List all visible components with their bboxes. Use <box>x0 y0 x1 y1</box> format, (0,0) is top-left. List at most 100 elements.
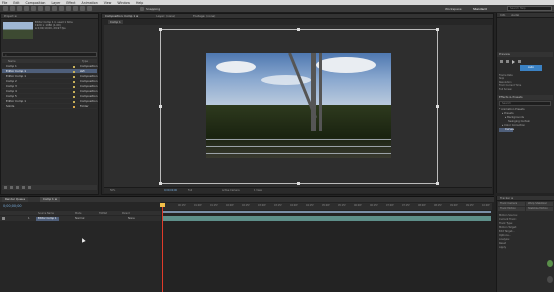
playhead-handle[interactable] <box>160 203 165 207</box>
tab-preview[interactable]: Preview <box>497 52 553 57</box>
comp-timecode[interactable]: 0;00;00;00 <box>164 189 177 192</box>
column-trkmat[interactable]: TrkMat <box>99 212 107 215</box>
puppet-tool-icon[interactable] <box>87 6 92 11</box>
tracker-panel: Tracker ≡ Track Camera Warp Stabilizer T… <box>496 196 554 292</box>
layer-name[interactable]: Editor Comp 1 <box>36 216 59 221</box>
menu-window[interactable]: Window <box>117 1 130 5</box>
label-color-swatch[interactable] <box>73 90 75 93</box>
project-item-name: Comp 4 <box>6 89 17 93</box>
tab-audio[interactable]: Audio <box>511 13 519 17</box>
camera-tool-icon[interactable] <box>31 6 36 11</box>
project-item-name: Editor Comp 1 <box>6 69 26 73</box>
column-name[interactable]: Name <box>8 60 16 63</box>
shape-tool-icon[interactable] <box>45 6 50 11</box>
hand-tool-icon[interactable] <box>10 6 15 11</box>
pen-tool-icon[interactable] <box>52 6 57 11</box>
ruler-tick-label: 08:00f <box>418 204 426 207</box>
column-source-name[interactable]: Source Name <box>38 212 54 215</box>
first-frame-icon[interactable] <box>500 60 503 63</box>
project-tab[interactable]: Project ≡ <box>1 14 98 19</box>
label-color-swatch[interactable] <box>73 105 75 108</box>
label-color-swatch[interactable] <box>73 85 75 88</box>
video-footage-layer[interactable] <box>206 53 391 158</box>
menu-file[interactable]: File <box>2 1 7 5</box>
frame-handle[interactable] <box>436 28 439 31</box>
play-icon[interactable] <box>512 60 515 64</box>
new-folder-icon[interactable] <box>10 186 13 189</box>
new-composition-icon[interactable] <box>16 186 19 189</box>
project-item-name: Comp 2 <box>6 79 17 83</box>
camera-select[interactable]: Active Camera <box>222 189 240 192</box>
search-help-input[interactable]: Search Help <box>507 6 552 11</box>
tracker-row[interactable]: Apply <box>497 246 554 250</box>
tab-footage[interactable]: Footage: (none) <box>193 14 215 18</box>
menu-view[interactable]: View <box>104 1 112 5</box>
stabilize-motion-button[interactable]: Stabilize Motion <box>526 207 553 211</box>
time-ruler[interactable]: 00:15f 01:00f 01:15f 02:00f 02:15f 03:00f 03:1… <box>162 203 492 210</box>
label-color-swatch[interactable] <box>73 65 75 68</box>
menu-animation[interactable]: Animation <box>82 1 98 5</box>
frame-handle[interactable] <box>159 105 162 108</box>
snapping-checkbox[interactable] <box>140 7 144 11</box>
project-item[interactable]: Solids Folder <box>2 104 97 109</box>
type-tool-icon[interactable] <box>59 6 64 11</box>
frame-handle[interactable] <box>159 28 162 31</box>
preview-value-select[interactable]: Auto <box>520 65 542 71</box>
preview-label[interactable]: Full Screen <box>499 88 521 91</box>
resolution-select[interactable]: Full <box>188 189 192 192</box>
fx-item[interactable]: Curves <box>499 128 514 132</box>
bit-depth-icon[interactable] <box>22 186 25 189</box>
effects-search-input[interactable]: Search <box>499 101 551 106</box>
menu-layer[interactable]: Layer <box>51 1 60 5</box>
column-mode[interactable]: Mode <box>75 212 82 215</box>
track-motion-button[interactable]: Track Motion <box>498 207 525 211</box>
pan-tool-icon[interactable] <box>38 6 43 11</box>
timeline-layer-row[interactable]: 1 Editor Comp 1 Normal None <box>0 216 161 221</box>
rotate-tool-icon[interactable] <box>24 6 29 11</box>
frame-handle[interactable] <box>297 182 300 185</box>
tab-effects-presets[interactable]: Effects & Presets <box>497 95 553 100</box>
frame-handle[interactable] <box>297 28 300 31</box>
menu-edit[interactable]: Edit <box>13 1 19 5</box>
interpret-footage-icon[interactable] <box>4 186 7 189</box>
menu-effect[interactable]: Effect <box>66 1 75 5</box>
label-color-swatch[interactable] <box>73 95 75 98</box>
views-select[interactable]: 1 View <box>254 189 262 192</box>
trash-icon[interactable] <box>28 186 31 189</box>
prev-frame-icon[interactable] <box>506 60 509 63</box>
label-color-swatch[interactable] <box>73 80 75 83</box>
warp-stabilizer-button[interactable]: Warp Stabilizer <box>526 202 553 206</box>
eraser-tool-icon[interactable] <box>80 6 85 11</box>
playhead-line[interactable] <box>162 203 163 292</box>
menu-help[interactable]: Help <box>136 1 143 5</box>
comp-breadcrumb[interactable]: Comp 1 <box>108 20 123 24</box>
frame-handle[interactable] <box>159 182 162 185</box>
brush-tool-icon[interactable] <box>66 6 71 11</box>
layer-duration-bar[interactable] <box>163 216 491 221</box>
fx-item[interactable]: ▸ Color Correction <box>499 124 530 128</box>
tab-composition[interactable]: Composition: Comp 1 ≡ <box>105 14 138 18</box>
label-color-swatch[interactable] <box>73 70 75 73</box>
work-area-bar[interactable] <box>163 211 491 213</box>
workspace-select[interactable]: Standard <box>473 7 487 11</box>
label-color-swatch[interactable] <box>73 75 75 78</box>
zoom-select[interactable]: 50% <box>110 189 115 192</box>
tab-layer[interactable]: Layer: (none) <box>156 14 175 18</box>
frame-handle[interactable] <box>436 182 439 185</box>
layer-mode-select[interactable]: Normal <box>75 216 84 221</box>
column-parent[interactable]: Parent <box>122 212 130 215</box>
tab-info[interactable]: Info <box>500 13 505 17</box>
project-search-input[interactable]: ⌕ <box>2 52 97 57</box>
column-type[interactable]: Type <box>82 60 88 63</box>
frame-handle[interactable] <box>436 105 439 108</box>
track-camera-button[interactable]: Track Camera <box>498 202 525 206</box>
layer-parent-select[interactable]: None <box>128 216 135 221</box>
selection-tool-icon[interactable] <box>3 6 8 11</box>
next-frame-icon[interactable] <box>518 60 521 63</box>
label-color-swatch[interactable] <box>73 100 75 103</box>
timeline-timecode[interactable]: 0;00;00;00 <box>3 204 22 208</box>
menu-composition[interactable]: Composition <box>26 1 46 5</box>
clone-tool-icon[interactable] <box>73 6 78 11</box>
eye-icon[interactable] <box>2 217 5 220</box>
zoom-tool-icon[interactable] <box>17 6 22 11</box>
